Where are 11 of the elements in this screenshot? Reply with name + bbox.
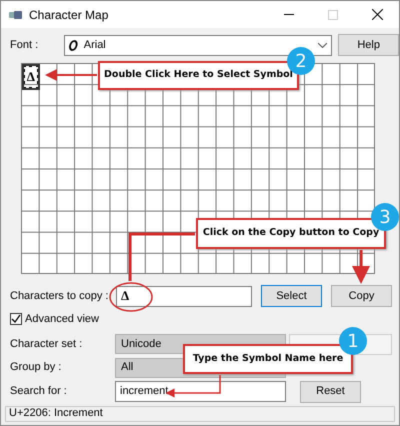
search-label: Search for :	[10, 384, 68, 400]
step-number: 1	[339, 327, 367, 355]
group-by-label: Group by :	[10, 360, 62, 376]
character-set-label: Character set :	[10, 336, 84, 352]
status-bar: U+2206: Increment	[5, 406, 395, 422]
font-label: Font :	[10, 38, 40, 53]
font-value: Arial	[84, 38, 107, 53]
step-number: 3	[371, 203, 399, 231]
advanced-view-label: Advanced view	[25, 312, 99, 327]
window-title: Character Map	[29, 6, 110, 24]
copy-label: Characters to copy :	[10, 288, 110, 304]
